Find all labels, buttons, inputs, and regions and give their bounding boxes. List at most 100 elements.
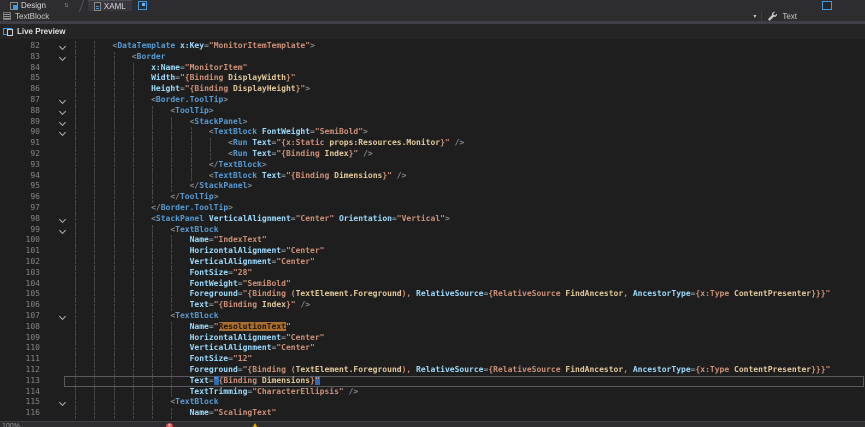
zoom-level[interactable]: 100% bbox=[2, 422, 20, 427]
code-line[interactable]: 116 Name="ScalingText" bbox=[0, 408, 865, 419]
line-number[interactable]: 116 bbox=[0, 408, 40, 419]
fold-chevron-icon[interactable] bbox=[40, 117, 74, 128]
chevron-down-icon[interactable]: ▾ bbox=[753, 13, 756, 20]
line-number[interactable]: 110 bbox=[0, 343, 40, 354]
code-line[interactable]: 106 Text="{Binding Index}" /> bbox=[0, 300, 865, 311]
line-number[interactable]: 96 bbox=[0, 192, 40, 203]
code-line[interactable]: 108 Name="ResolutionText" bbox=[0, 322, 865, 333]
line-number[interactable]: 100 bbox=[0, 235, 40, 246]
fold-chevron-icon[interactable] bbox=[40, 95, 74, 106]
line-number[interactable]: 99 bbox=[0, 225, 40, 236]
line-number[interactable]: 87 bbox=[0, 95, 40, 106]
code-line[interactable]: 89 <StackPanel> bbox=[0, 117, 865, 128]
code-text: Width="{Binding DisplayWidth}" bbox=[74, 73, 296, 84]
line-number[interactable]: 114 bbox=[0, 387, 40, 398]
code-line[interactable]: 87 <Border.ToolTip> bbox=[0, 95, 865, 106]
code-line[interactable]: 88 <ToolTip> bbox=[0, 106, 865, 117]
line-number[interactable]: 109 bbox=[0, 333, 40, 344]
line-number[interactable]: 94 bbox=[0, 171, 40, 182]
line-number[interactable]: 89 bbox=[0, 117, 40, 128]
fold-chevron-icon[interactable] bbox=[40, 106, 74, 117]
code-line[interactable]: 83 <Border bbox=[0, 52, 865, 63]
line-number[interactable]: 107 bbox=[0, 311, 40, 322]
code-line[interactable]: 104 FontWeight="SemiBold" bbox=[0, 279, 865, 290]
line-number[interactable]: 97 bbox=[0, 203, 40, 214]
line-number[interactable]: 83 bbox=[0, 52, 40, 63]
code-line[interactable]: 102 VerticalAlignment="Center" bbox=[0, 257, 865, 268]
breadcrumb-separator bbox=[761, 12, 762, 21]
code-line[interactable]: 101 HorizontalAlignment="Center" bbox=[0, 246, 865, 257]
code-text: <TextBlock Text="{Binding Dimensions}" /… bbox=[74, 171, 406, 182]
breadcrumb-property[interactable]: Text bbox=[782, 12, 797, 21]
line-number[interactable]: 92 bbox=[0, 149, 40, 160]
line-number[interactable]: 115 bbox=[0, 397, 40, 408]
code-line[interactable]: 114 TextTrimming="CharacterEllipsis" /> bbox=[0, 387, 865, 398]
fold-chevron-icon[interactable] bbox=[40, 225, 74, 236]
design-tab[interactable]: Design bbox=[4, 0, 52, 11]
code-line[interactable]: 98 <StackPanel VerticalAlignment="Center… bbox=[0, 214, 865, 225]
code-line[interactable]: 110 VerticalAlignment="Center" bbox=[0, 343, 865, 354]
code-text: <Run Text="{Binding Index}" /> bbox=[74, 149, 373, 160]
line-number[interactable]: 88 bbox=[0, 106, 40, 117]
line-number[interactable]: 108 bbox=[0, 322, 40, 333]
line-number[interactable]: 86 bbox=[0, 84, 40, 95]
line-number[interactable]: 82 bbox=[0, 41, 40, 52]
code-line[interactable]: 85 Width="{Binding DisplayWidth}" bbox=[0, 73, 865, 84]
code-line[interactable]: 115 <TextBlock bbox=[0, 397, 865, 408]
code-line[interactable]: 99 <TextBlock bbox=[0, 225, 865, 236]
line-number[interactable]: 103 bbox=[0, 268, 40, 279]
code-line[interactable]: 91 <Run Text="{x:Static props:Resources.… bbox=[0, 138, 865, 149]
live-preview-label[interactable]: Live Preview bbox=[17, 27, 65, 36]
code-line[interactable]: 107 <TextBlock bbox=[0, 311, 865, 322]
code-text: Name="IndexText" bbox=[74, 235, 267, 246]
line-number[interactable]: 102 bbox=[0, 257, 40, 268]
fold-chevron-icon[interactable] bbox=[40, 214, 74, 225]
code-line[interactable]: 86 Height="{Binding DisplayHeight}"> bbox=[0, 84, 865, 95]
line-number[interactable]: 91 bbox=[0, 138, 40, 149]
code-line[interactable]: 105 Foreground="{Binding (TextElement.Fo… bbox=[0, 289, 865, 300]
code-line[interactable]: 112 Foreground="{Binding (TextElement.Fo… bbox=[0, 365, 865, 376]
fold-column bbox=[40, 235, 74, 246]
code-line[interactable]: 84 x:Name="MonitorItem" bbox=[0, 63, 865, 74]
code-line[interactable]: 103 FontSize="28" bbox=[0, 268, 865, 279]
line-number[interactable]: 85 bbox=[0, 73, 40, 84]
error-icon[interactable]: × bbox=[166, 423, 173, 427]
code-line[interactable]: 95 </StackPanel> bbox=[0, 181, 865, 192]
code-line[interactable]: 97 </Border.ToolTip> bbox=[0, 203, 865, 214]
line-number[interactable]: 105 bbox=[0, 289, 40, 300]
code-line[interactable]: 82 <DataTemplate x:Key="MonitorItemTempl… bbox=[0, 41, 865, 52]
code-line[interactable]: 109 HorizontalAlignment="Center" bbox=[0, 333, 865, 344]
code-line[interactable]: 100 Name="IndexText" bbox=[0, 235, 865, 246]
code-line[interactable]: 93 </TextBlock> bbox=[0, 160, 865, 171]
fold-chevron-icon[interactable] bbox=[40, 52, 74, 63]
breadcrumb-element[interactable]: TextBlock bbox=[15, 12, 49, 21]
line-number[interactable]: 101 bbox=[0, 246, 40, 257]
code-line[interactable]: 94 <TextBlock Text="{Binding Dimensions}… bbox=[0, 171, 865, 182]
line-number[interactable]: 90 bbox=[0, 127, 40, 138]
line-number[interactable]: 113 bbox=[0, 376, 40, 387]
popout-window-icon[interactable] bbox=[138, 1, 147, 10]
line-number[interactable]: 84 bbox=[0, 63, 40, 74]
fold-chevron-icon[interactable] bbox=[40, 397, 74, 408]
code-line[interactable]: 113 Text="{Binding Dimensions}" bbox=[0, 376, 865, 387]
line-number[interactable]: 106 bbox=[0, 300, 40, 311]
line-number[interactable]: 104 bbox=[0, 279, 40, 290]
code-line[interactable]: 96 </ToolTip> bbox=[0, 192, 865, 203]
line-number[interactable]: 98 bbox=[0, 214, 40, 225]
fold-column bbox=[40, 181, 74, 192]
code-line[interactable]: 90 <TextBlock FontWeight="SemiBold"> bbox=[0, 127, 865, 138]
fold-chevron-icon[interactable] bbox=[40, 127, 74, 138]
warning-icon[interactable] bbox=[251, 423, 259, 427]
line-number[interactable]: 112 bbox=[0, 365, 40, 376]
fold-chevron-icon[interactable] bbox=[40, 311, 74, 322]
code-line[interactable]: 92 <Run Text="{Binding Index}" /> bbox=[0, 149, 865, 160]
xaml-tab[interactable]: XAML bbox=[88, 0, 132, 11]
line-number[interactable]: 111 bbox=[0, 354, 40, 365]
code-editor[interactable]: 82 <DataTemplate x:Key="MonitorItemTempl… bbox=[0, 39, 865, 421]
fold-chevron-icon[interactable] bbox=[40, 41, 74, 52]
line-number[interactable]: 95 bbox=[0, 181, 40, 192]
split-view-toggle-icon[interactable] bbox=[822, 1, 832, 10]
code-line[interactable]: 111 FontSize="12" bbox=[0, 354, 865, 365]
swap-panes-icon[interactable]: ↑↓ bbox=[64, 2, 67, 9]
line-number[interactable]: 93 bbox=[0, 160, 40, 171]
